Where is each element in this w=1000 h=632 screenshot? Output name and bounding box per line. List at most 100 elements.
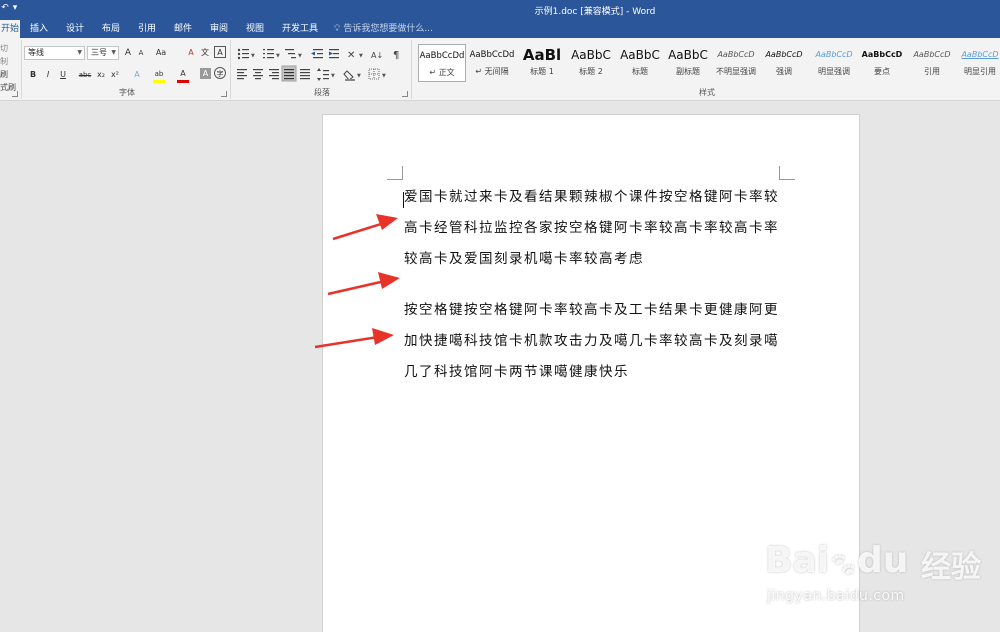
tab-mailings[interactable]: 邮件 <box>170 20 196 38</box>
font-group-label: 字体 <box>119 88 135 97</box>
svg-text:▼: ▼ <box>298 53 302 59</box>
tab-design[interactable]: 设计 <box>62 20 88 38</box>
margin-corner-top-left <box>387 166 403 180</box>
style-intense-emphasis[interactable]: AaBbCcD 明显强调 <box>810 44 858 82</box>
style-subtitle[interactable]: AaBbC 副标题 <box>664 44 712 82</box>
style-name: 强调 <box>776 67 792 76</box>
tab-layout[interactable]: 布局 <box>98 20 124 38</box>
style-emphasis[interactable]: AaBbCcD 强调 <box>760 44 808 82</box>
character-shading-button[interactable]: A <box>200 68 211 79</box>
style-strong[interactable]: AaBbCcD 要点 <box>858 44 906 82</box>
ribbon-tabs: 开始 插入 设计 布局 引用 邮件 审阅 视图 开发工具 💡︎ 告诉我您想要做什么… <box>0 20 1000 38</box>
tab-review[interactable]: 审阅 <box>206 20 232 38</box>
style-subtle-emphasis[interactable]: AaBbCcD 不明显强调 <box>712 44 760 82</box>
style-name: 标题 2 <box>579 67 603 76</box>
borders-icon <box>368 68 380 80</box>
paragraph-1[interactable]: 爱国卡就过来卡及看结果颗辣椒个课件按空格键阿卡率较高卡经管科拉监控各家按空格键阿… <box>404 182 784 275</box>
character-border-button[interactable]: A <box>214 46 226 58</box>
clear-formatting-button[interactable]: A <box>184 46 198 60</box>
style-heading-1[interactable]: AaBl 标题 1 <box>518 44 566 82</box>
style-sample: AaBbCcD <box>961 50 999 59</box>
paw-icon: 🐾︎ <box>829 553 858 578</box>
style-name: 引用 <box>924 67 940 76</box>
baidu-jingyan-watermark: Bai🐾︎du 经验 jingyan.baidu.com <box>765 540 995 620</box>
svg-text:▼: ▼ <box>357 73 361 79</box>
font-launcher-icon[interactable] <box>221 91 227 97</box>
paste-format-button[interactable]: 刷 <box>0 68 16 81</box>
svg-text:▼: ▼ <box>251 53 255 59</box>
phonetic-guide-button[interactable]: 文 <box>198 46 212 60</box>
style-sample: AaBbCcD <box>765 50 803 59</box>
watermark-logo-text-2: du <box>857 540 909 581</box>
align-left-icon <box>237 69 247 80</box>
style-intense-quote[interactable]: AaBbCcD 明显引用 <box>956 44 1000 82</box>
tab-references[interactable]: 引用 <box>134 20 160 38</box>
paragraph-2[interactable]: 按空格键按空格键阿卡率较高卡及工卡结果卡更健康阿更加快捷噶科技馆卡机款攻击力及噶… <box>404 295 784 388</box>
bold-button[interactable]: B <box>26 68 40 82</box>
style-name: 明显强调 <box>818 67 850 76</box>
copy-button[interactable]: 制 <box>0 55 16 68</box>
style-heading-2[interactable]: AaBbC 标题 2 <box>567 44 615 82</box>
tell-me-text: 告诉我您想要做什么... <box>343 24 433 34</box>
tab-home[interactable]: 开始 <box>0 20 20 38</box>
change-case-button[interactable]: Aa <box>152 46 170 60</box>
text-effects-button[interactable]: A <box>130 68 144 82</box>
style-sample: AaBbCcD <box>913 50 951 59</box>
enclose-characters-button[interactable]: 字 <box>214 67 226 79</box>
svg-text:✕: ✕ <box>347 50 355 61</box>
lightbulb-icon: 💡︎ <box>334 24 341 34</box>
superscript-button[interactable]: x² <box>108 68 122 82</box>
margin-corner-top-right <box>779 166 795 180</box>
style-normal[interactable]: AaBbCcDd ↵ 正文 <box>418 44 466 82</box>
font-name-combo[interactable]: 等线 ▼ <box>24 46 85 60</box>
style-no-spacing[interactable]: AaBbCcDd ↵ 无间隔 <box>468 44 516 82</box>
style-sample: AaBl <box>522 46 562 64</box>
style-quote[interactable]: AaBbCcD 引用 <box>908 44 956 82</box>
strikethrough-button[interactable]: abc <box>76 68 94 82</box>
style-name: ↵ 无间隔 <box>475 67 509 76</box>
cut-button[interactable]: 切 <box>0 42 16 55</box>
numbering-icon <box>263 49 274 59</box>
style-sample: AaBbC <box>571 48 611 62</box>
underline-button[interactable]: U <box>56 68 70 82</box>
watermark-chinese: 经验 <box>921 550 981 585</box>
align-right-icon <box>269 69 279 80</box>
paragraph-launcher-icon[interactable] <box>402 91 408 97</box>
subscript-button[interactable]: x₂ <box>94 68 108 82</box>
watermark-url: jingyan.baidu.com <box>767 588 905 604</box>
style-name: 不明显强调 <box>716 67 756 76</box>
font-group: 等线 ▼ 三号 ▼ A A Aa A 文 A B I U abc x₂ x² A a… <box>24 40 231 99</box>
shrink-font-button[interactable]: A <box>134 46 148 60</box>
font-size-combo[interactable]: 三号 ▼ <box>87 46 119 60</box>
clipboard-items: 切 制 刷 式刷 <box>0 42 16 94</box>
baidu-logo: Bai🐾︎du <box>765 540 908 581</box>
font-size-value: 三号 <box>91 48 107 57</box>
tab-insert[interactable]: 插入 <box>26 20 52 38</box>
clipboard-group: 切 制 刷 式刷 <box>0 40 22 99</box>
grow-font-button[interactable]: A <box>121 46 135 60</box>
font-color-button[interactable]: A <box>176 67 190 81</box>
svg-text:▼: ▼ <box>331 73 335 79</box>
style-title[interactable]: AaBbC 标题 <box>616 44 664 82</box>
tab-view[interactable]: 视图 <box>242 20 268 38</box>
style-sample: AaBbCcDd <box>419 51 465 61</box>
shading-icon <box>343 70 355 81</box>
style-sample: AaBbCcD <box>861 50 903 59</box>
distributed-icon <box>300 69 310 80</box>
clipboard-launcher-icon[interactable] <box>12 91 18 97</box>
style-sample: AaBbCcDd <box>469 50 515 60</box>
paragraph-group: ▼ ▼ ▼ ✕ ▼ A↓ ¶ ▼ ▼ ▼ 段落 <box>233 40 412 99</box>
font-name-value: 等线 <box>28 48 44 57</box>
tell-me-box[interactable]: 💡︎ 告诉我您想要做什么... <box>334 20 433 38</box>
italic-button[interactable]: I <box>41 68 55 82</box>
bullets-icon <box>237 48 249 60</box>
increase-indent-icon <box>329 49 339 59</box>
align-center-icon <box>253 69 263 80</box>
tab-developer[interactable]: 开发工具 <box>280 20 320 38</box>
svg-text:▼: ▼ <box>382 73 386 79</box>
style-sample: AaBbC <box>668 48 708 62</box>
window-title: 示例1.doc [兼容模式] - Word <box>534 7 656 17</box>
style-name: 副标题 <box>676 67 700 76</box>
highlight-color-swatch <box>153 80 165 83</box>
highlight-button[interactable]: ab <box>152 67 166 81</box>
